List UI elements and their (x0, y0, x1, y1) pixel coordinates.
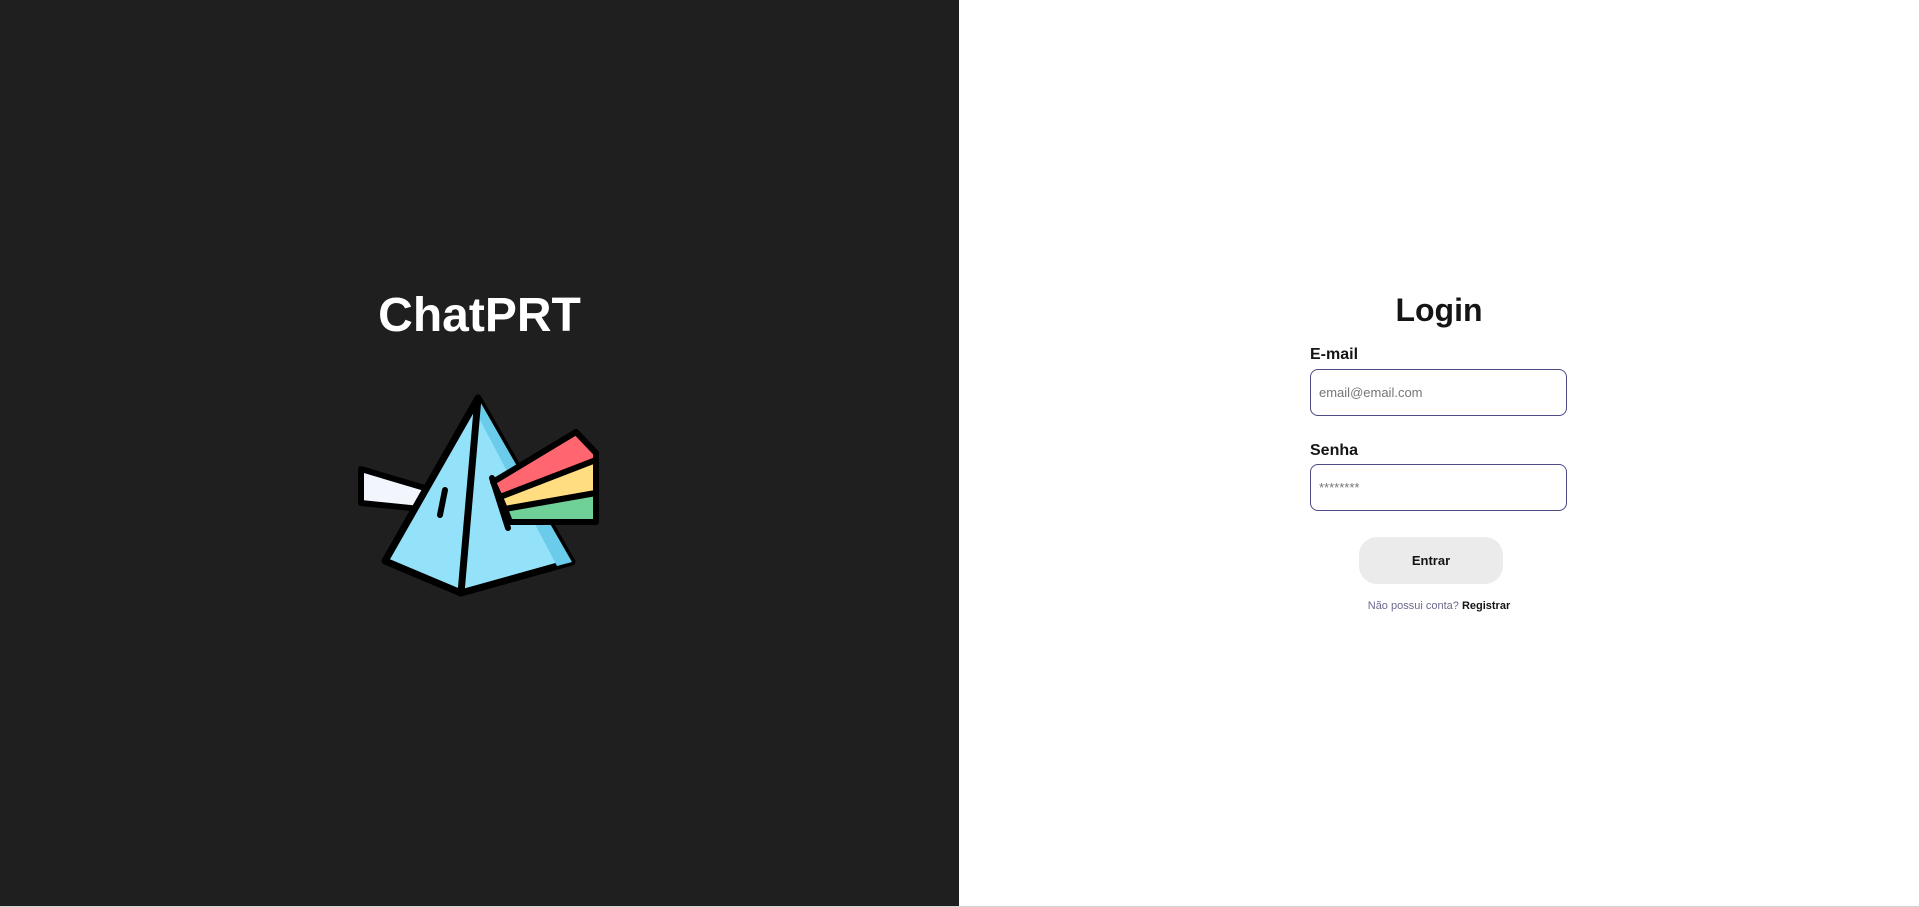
password-label: Senha (1310, 442, 1359, 459)
password-input[interactable] (1310, 464, 1567, 511)
prism-rainbow-logo-icon (358, 394, 599, 597)
register-link[interactable]: Registrar (1462, 600, 1510, 612)
brand-title: ChatPRT (378, 289, 581, 342)
login-title: Login (1395, 292, 1483, 328)
email-input[interactable] (1310, 369, 1567, 416)
login-panel (959, 0, 1919, 906)
register-prompt-text: Não possui conta? (1367, 600, 1459, 612)
login-page: ChatPRT Login E-mail Senha Entrar Não po… (0, 0, 1919, 907)
brand-panel: ChatPRT (0, 0, 959, 906)
login-submit-button[interactable]: Entrar (1359, 537, 1503, 584)
register-prompt-line: Não possui conta? Registrar (1308, 598, 1570, 614)
email-label: E-mail (1310, 346, 1359, 363)
